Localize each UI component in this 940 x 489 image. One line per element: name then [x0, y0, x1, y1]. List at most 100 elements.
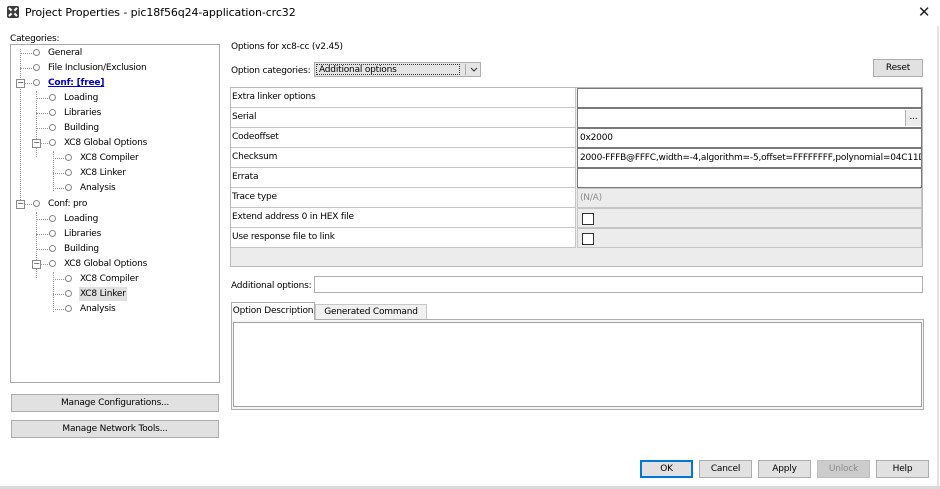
property-name: Serial: [231, 108, 576, 128]
cancel-button[interactable]: Cancel: [699, 460, 752, 478]
tree-node-icon: [33, 79, 40, 86]
tree-item-label: Loading: [64, 93, 99, 103]
tree-item-label: File Inclusion/Exclusion: [48, 63, 147, 73]
property-name: Checksum: [231, 148, 576, 168]
serial-field[interactable]: ...: [577, 108, 922, 128]
property-name: Extra linker options: [231, 88, 576, 108]
tree-node-icon: [65, 290, 72, 297]
tree-node-icon: [49, 124, 56, 131]
tree-item-label: XC8 Compiler: [80, 153, 139, 163]
apply-button[interactable]: Apply: [758, 460, 811, 478]
tree-item-xc8-compiler[interactable]: XC8 Compiler: [11, 151, 211, 165]
option-categories-value: Additional options: [316, 64, 460, 75]
property-name: Extend address 0 in HEX file: [231, 208, 576, 228]
tree-item-label: Loading: [64, 214, 99, 224]
manage-network-tools-button[interactable]: Manage Network Tools...: [11, 420, 219, 438]
property-name: Codeoffset: [231, 128, 576, 148]
table-row: Use response file to link: [231, 228, 922, 248]
table-row: Errata: [231, 168, 922, 188]
categories-tree[interactable]: General File Inclusion/Exclusion − Conf:…: [10, 44, 220, 383]
categories-label: Categories:: [10, 34, 60, 44]
collapse-icon[interactable]: −: [16, 79, 25, 88]
tree-node-icon: [49, 139, 56, 146]
option-categories-dropdown[interactable]: Additional options: [314, 62, 481, 77]
tree-item-xc8-global-options[interactable]: − XC8 Global Options: [11, 136, 211, 150]
table-row: Checksum 2000-FFFB@FFFC,width=-4,algorit…: [231, 148, 922, 168]
tree-node-icon: [49, 94, 56, 101]
tree-item-loading[interactable]: Loading: [11, 212, 211, 226]
option-description-area: [233, 322, 922, 407]
tab-generated-command-line[interactable]: Generated Command Line: [315, 304, 427, 332]
tree-item-label: Building: [64, 244, 99, 254]
tree-node-icon: [49, 109, 56, 116]
tree-node-icon: [65, 275, 72, 282]
tree-item-conf-pro[interactable]: − Conf: pro: [11, 197, 211, 211]
property-name: Use response file to link: [231, 228, 576, 248]
tree-item-analysis[interactable]: Analysis: [11, 302, 211, 316]
tree-item-building[interactable]: Building: [11, 242, 211, 256]
option-categories-label: Option categories:: [231, 66, 311, 76]
tree-item-label: Building: [64, 123, 99, 133]
tree-item-xc8-linker-selected[interactable]: XC8 Linker: [11, 287, 211, 301]
extend-address-checkbox[interactable]: [582, 213, 594, 225]
manage-configurations-button[interactable]: Manage Configurations...: [11, 394, 219, 412]
use-response-file-checkbox[interactable]: [582, 233, 594, 245]
tree-item-label: General: [48, 48, 83, 58]
tree-node-icon: [65, 154, 72, 161]
ok-button[interactable]: OK: [640, 460, 693, 478]
extra-linker-options-field[interactable]: [577, 88, 922, 108]
tree-item-libraries[interactable]: Libraries: [11, 227, 211, 241]
tree-item-label: XC8 Global Options: [64, 138, 148, 148]
tree-node-icon: [65, 169, 72, 176]
tree-item-label: XC8 Linker: [79, 287, 127, 301]
response-file-cell: [577, 228, 922, 248]
tree-item-label: Analysis: [80, 304, 116, 314]
collapse-icon[interactable]: −: [32, 139, 41, 148]
window-right-border: [937, 26, 939, 489]
errata-field[interactable]: [577, 168, 922, 188]
tree-item-conf-free[interactable]: − Conf: [free]: [11, 76, 211, 90]
tree-node-icon: [65, 305, 72, 312]
tree-item-general[interactable]: General: [11, 46, 211, 60]
collapse-icon[interactable]: −: [32, 260, 41, 269]
tree-item-analysis[interactable]: Analysis: [11, 181, 211, 195]
tree-node-icon: [65, 184, 72, 191]
tree-item-xc8-global-options[interactable]: − XC8 Global Options: [11, 257, 211, 271]
collapse-icon[interactable]: −: [16, 200, 25, 209]
additional-options-input[interactable]: [314, 276, 923, 293]
tree-node-icon: [33, 200, 40, 207]
tree-node-icon: [49, 230, 56, 237]
tree-item-building[interactable]: Building: [11, 121, 211, 135]
reset-button[interactable]: Reset: [873, 59, 923, 77]
checksum-field[interactable]: 2000-FFFB@FFFC,width=-4,algorithm=-5,off…: [577, 148, 922, 168]
tree-item-xc8-compiler[interactable]: XC8 Compiler: [11, 272, 211, 286]
property-name: Trace type: [231, 188, 576, 208]
browse-ellipsis-button[interactable]: ...: [905, 110, 921, 126]
tree-item-label: Libraries: [64, 229, 102, 239]
tree-item-file-inclusion[interactable]: File Inclusion/Exclusion: [11, 61, 211, 75]
tree-item-xc8-linker[interactable]: XC8 Linker: [11, 166, 211, 180]
table-row: Serial ...: [231, 108, 922, 128]
title-bar: Project Properties - pic18f56q24-applica…: [0, 0, 940, 26]
table-row: Extra linker options: [231, 88, 922, 108]
help-button[interactable]: Help: [876, 460, 929, 478]
tab-option-description[interactable]: Option Description: [231, 302, 315, 320]
trace-type-value: (N/A): [577, 188, 922, 208]
close-icon[interactable]: ✕: [916, 4, 932, 20]
properties-table: Extra linker options Serial ... Codeoffs…: [230, 87, 923, 267]
tree-item-label: XC8 Global Options: [64, 259, 148, 269]
table-row: Trace type (N/A): [231, 188, 922, 208]
tree-item-label: Conf: pro: [48, 199, 88, 209]
tree-item-loading[interactable]: Loading: [11, 91, 211, 105]
extend-address-cell: [577, 208, 922, 228]
property-name: Errata: [231, 168, 576, 188]
table-row: Codeoffset 0x2000: [231, 128, 922, 148]
tree-node-icon: [33, 49, 40, 56]
codeoffset-field[interactable]: 0x2000: [577, 128, 922, 148]
app-logo-icon: [7, 6, 19, 18]
tree-item-label: Libraries: [64, 108, 102, 118]
tree-item-libraries[interactable]: Libraries: [11, 106, 211, 120]
options-for-label: Options for xc8-cc (v2.45): [231, 42, 343, 52]
window-title: Project Properties - pic18f56q24-applica…: [25, 6, 296, 19]
additional-options-label: Additional options:: [231, 281, 312, 291]
